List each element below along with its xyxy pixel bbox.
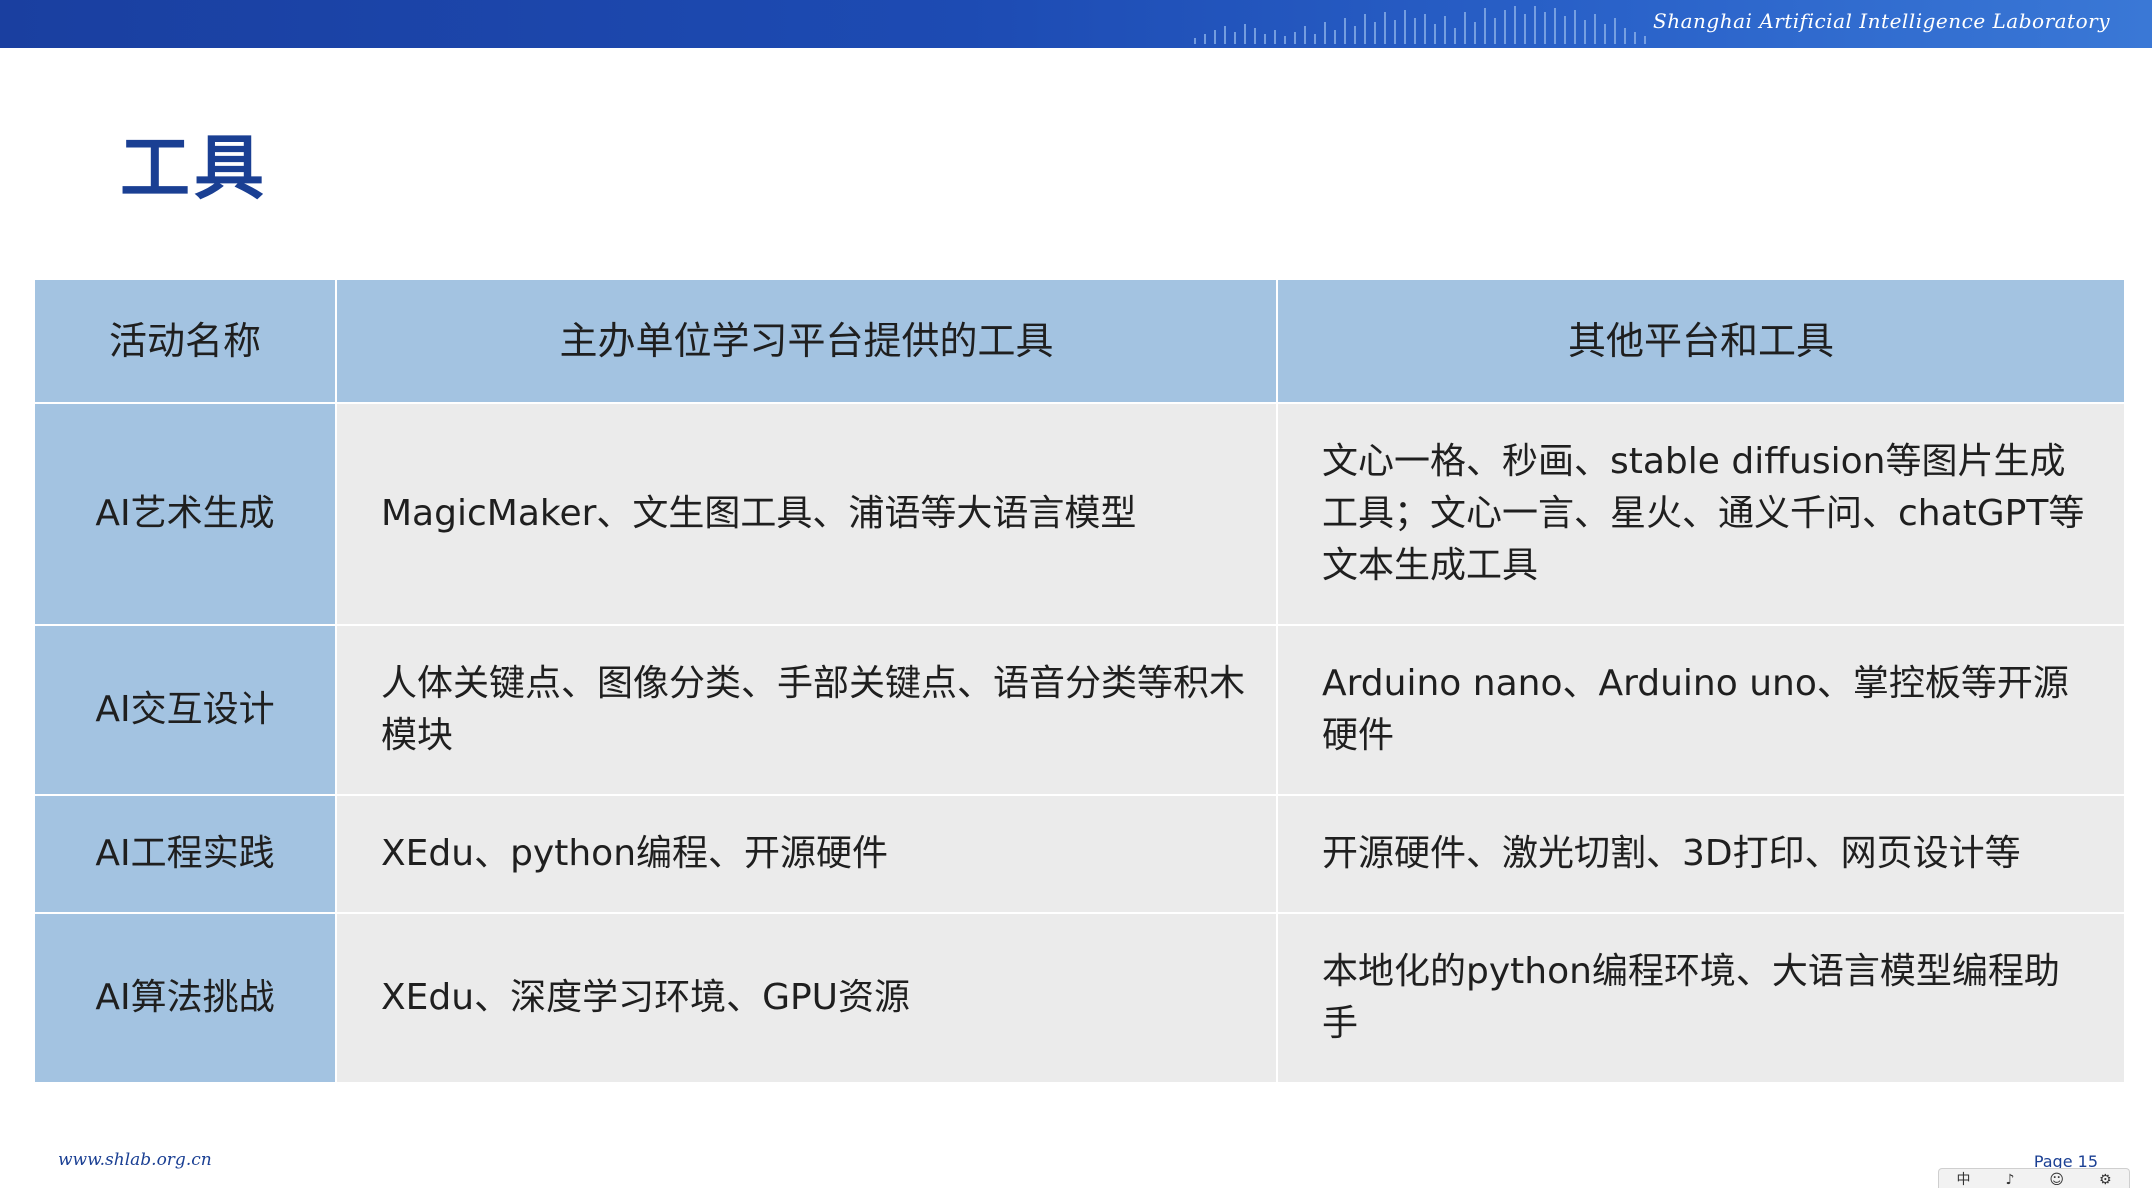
soundwave-decoration-icon	[1194, 6, 1646, 44]
slide: Shanghai Artificial Intelligence Laborat…	[0, 0, 2152, 1188]
host-tools-cell: XEdu、深度学习环境、GPU资源	[335, 912, 1278, 1084]
activity-name-cell: AI算法挑战	[33, 912, 337, 1084]
page-title: 工具	[120, 127, 268, 209]
table-header-row: 活动名称 主办单位学习平台提供的工具 其他平台和工具	[33, 278, 2126, 404]
ime-mode-icon[interactable]: 中	[1956, 1170, 1970, 1188]
host-tools-cell: XEdu、python编程、开源硬件	[335, 794, 1278, 914]
table-row: AI工程实践 XEdu、python编程、开源硬件 开源硬件、激光切割、3D打印…	[33, 794, 2126, 914]
other-tools-cell: 开源硬件、激光切割、3D打印、网页设计等	[1276, 794, 2126, 914]
emoji-icon[interactable]: ☺	[2049, 1170, 2064, 1188]
org-name: Shanghai Artificial Intelligence Laborat…	[1653, 9, 2110, 33]
other-tools-cell: 文心一格、秒画、stable diffusion等图片生成工具；文心一言、星火、…	[1276, 402, 2126, 626]
top-banner: Shanghai Artificial Intelligence Laborat…	[0, 0, 2152, 48]
table-row: AI交互设计 人体关键点、图像分类、手部关键点、语音分类等积木模块 Arduin…	[33, 624, 2126, 796]
footer-url[interactable]: www.shlab.org.cn	[58, 1150, 212, 1170]
table-row: AI算法挑战 XEdu、深度学习环境、GPU资源 本地化的python编程环境、…	[33, 912, 2126, 1084]
other-tools-cell: 本地化的python编程环境、大语言模型编程助手	[1276, 912, 2126, 1084]
activity-name-cell: AI工程实践	[33, 794, 337, 914]
activity-name-cell: AI艺术生成	[33, 402, 337, 626]
settings-icon[interactable]: ⚙	[2099, 1170, 2112, 1188]
table-row: AI艺术生成 MagicMaker、文生图工具、浦语等大语言模型 文心一格、秒画…	[33, 402, 2126, 626]
other-tools-cell: Arduino nano、Arduino uno、掌控板等开源硬件	[1276, 624, 2126, 796]
activity-name-cell: AI交互设计	[33, 624, 337, 796]
ime-toolbar[interactable]: 中 ♪ ☺ ⚙	[1938, 1168, 2130, 1188]
host-tools-cell: 人体关键点、图像分类、手部关键点、语音分类等积木模块	[335, 624, 1278, 796]
header-other-tools: 其他平台和工具	[1276, 278, 2126, 404]
header-host-tools: 主办单位学习平台提供的工具	[335, 278, 1278, 404]
mic-icon[interactable]: ♪	[2005, 1170, 2014, 1188]
tools-table: 活动名称 主办单位学习平台提供的工具 其他平台和工具 AI艺术生成 MagicM…	[33, 278, 2126, 1084]
header-activity-name: 活动名称	[33, 278, 337, 404]
host-tools-cell: MagicMaker、文生图工具、浦语等大语言模型	[335, 402, 1278, 626]
